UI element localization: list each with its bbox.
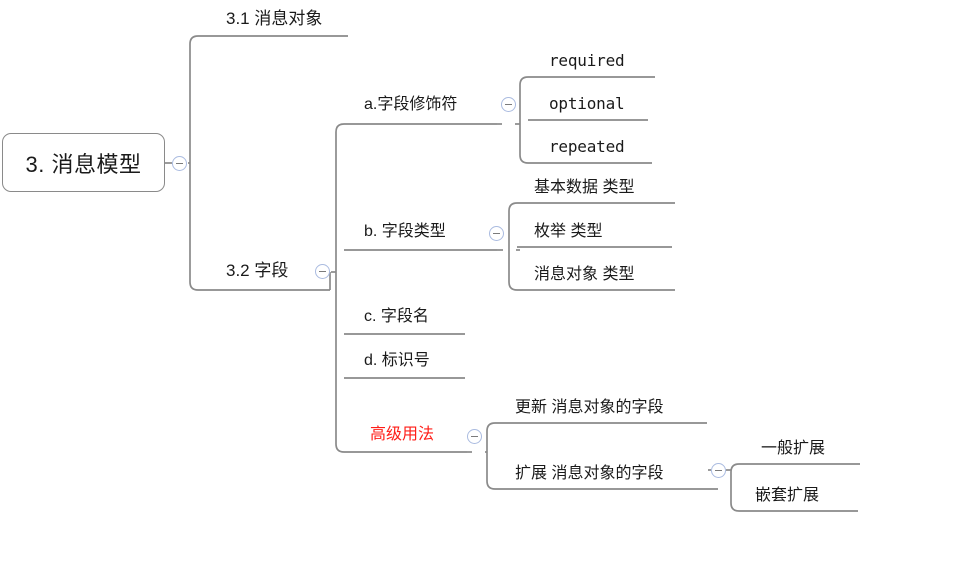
topic-basic-data-type[interactable]: 基本数据 类型 (534, 180, 634, 196)
topic-3-2[interactable]: 3.2 字段 (226, 262, 288, 279)
topic-advanced-usage[interactable]: 高级用法 (370, 427, 434, 443)
topic-required[interactable]: required (549, 53, 625, 69)
topic-update-message-fields[interactable]: 更新 消息对象的字段 (515, 400, 663, 416)
topic-general-extend[interactable]: 一般扩展 (761, 441, 825, 457)
toggle-field-type[interactable] (489, 226, 504, 241)
topic-field-modifier[interactable]: a.字段修饰符 (364, 97, 457, 113)
topic-field-name[interactable]: c. 字段名 (364, 309, 429, 325)
root-node-label: 3. 消息模型 (25, 151, 142, 177)
mindmap-canvas: 3. 消息模型 3.1 消息对象 3.2 字段 a.字段修饰符 b. 字段类型 … (0, 0, 958, 572)
topic-optional[interactable]: optional (549, 96, 625, 112)
root-collapse-toggle[interactable] (172, 156, 187, 171)
topic-repeated[interactable]: repeated (549, 139, 625, 155)
toggle-advanced-usage[interactable] (467, 429, 482, 444)
topic-extend-message-fields[interactable]: 扩展 消息对象的字段 (515, 466, 663, 482)
root-node[interactable]: 3. 消息模型 (2, 133, 165, 192)
topic-enum-type[interactable]: 枚举 类型 (534, 224, 602, 240)
topic-nested-extend[interactable]: 嵌套扩展 (755, 488, 819, 504)
toggle-extend-message-fields[interactable] (711, 463, 726, 478)
topic-field-tag[interactable]: d. 标识号 (364, 353, 430, 369)
topic-field-type[interactable]: b. 字段类型 (364, 224, 446, 240)
toggle-field-modifier[interactable] (501, 97, 516, 112)
topic-3-1[interactable]: 3.1 消息对象 (226, 10, 322, 27)
toggle-3-2[interactable] (315, 264, 330, 279)
topic-message-object-type[interactable]: 消息对象 类型 (534, 267, 634, 283)
